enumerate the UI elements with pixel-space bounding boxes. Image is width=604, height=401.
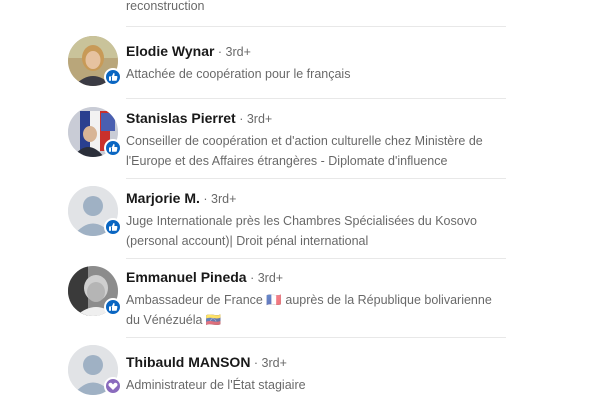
heart-icon — [104, 377, 122, 395]
person-name[interactable]: Marjorie M. — [126, 190, 200, 206]
thumbs-up-icon — [104, 298, 122, 316]
person-name[interactable]: Thibauld MANSON — [126, 354, 250, 370]
list-item-stanislas-pierret[interactable]: Stanislas Pierret · 3rd+ Conseiller de c… — [0, 98, 604, 178]
person-info: Emmanuel Pineda · 3rd+ Ambassadeur de Fr… — [126, 268, 506, 330]
name-line: Thibauld MANSON · 3rd+ — [126, 353, 506, 372]
list-item-elodie-wynar[interactable]: Elodie Wynar · 3rd+ Attachée de coopérat… — [0, 26, 604, 98]
person-info: Marjorie M. · 3rd+ Juge Internationale p… — [126, 189, 506, 251]
connection-degree: · 3rd+ — [199, 192, 237, 206]
person-headline: Juge Internationale près les Chambres Sp… — [126, 214, 477, 248]
person-headline: Ambassadeur de France 🇨🇵 auprès de la Ré… — [126, 293, 492, 327]
name-line: Marjorie M. · 3rd+ — [126, 189, 506, 208]
thumbs-up-icon — [104, 68, 122, 86]
connection-degree: · 3rd+ — [246, 271, 284, 285]
person-info: Stanislas Pierret · 3rd+ Conseiller de c… — [126, 109, 506, 171]
reactions-list: reconstruction Elodie Wynar · 3rd+ Attac… — [0, 0, 604, 401]
person-headline: Conseiller de coopération et d'action cu… — [126, 134, 483, 168]
thumbs-up-icon — [104, 139, 122, 157]
person-info: Elodie Wynar · 3rd+ Attachée de coopérat… — [126, 42, 506, 84]
list-item-thibauld-manson[interactable]: Thibauld MANSON · 3rd+ Administrateur de… — [0, 337, 604, 401]
person-name[interactable]: Stanislas Pierret — [126, 110, 236, 126]
previous-item-headline: reconstruction — [126, 0, 205, 13]
list-item-marjorie-m[interactable]: Marjorie M. · 3rd+ Juge Internationale p… — [0, 178, 604, 258]
person-headline: Attachée de coopération pour le français — [126, 67, 351, 81]
person-info: Thibauld MANSON · 3rd+ Administrateur de… — [126, 353, 506, 395]
list-item-emmanuel-pineda[interactable]: Emmanuel Pineda · 3rd+ Ambassadeur de Fr… — [0, 258, 604, 338]
connection-degree: · 3rd+ — [214, 45, 251, 59]
connection-degree: · 3rd+ — [235, 112, 273, 126]
person-name[interactable]: Emmanuel Pineda — [126, 269, 247, 285]
name-line: Emmanuel Pineda · 3rd+ — [126, 268, 506, 287]
person-name[interactable]: Elodie Wynar — [126, 43, 214, 59]
thumbs-up-icon — [104, 218, 122, 236]
name-line: Elodie Wynar · 3rd+ — [126, 42, 506, 61]
name-line: Stanislas Pierret · 3rd+ — [126, 109, 506, 128]
connection-degree: · 3rd+ — [250, 356, 287, 370]
person-headline: Administrateur de l'État stagiaire — [126, 378, 306, 392]
